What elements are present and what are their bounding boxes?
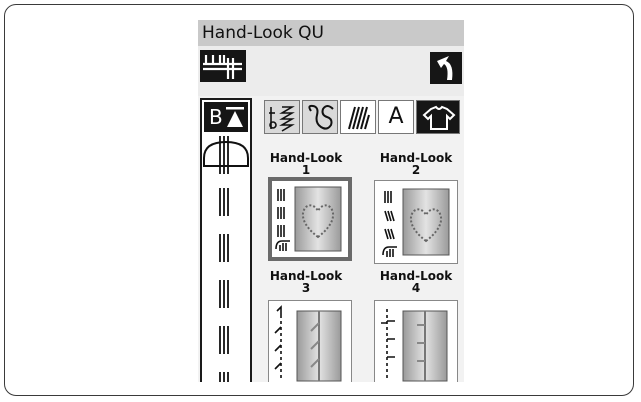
back-button[interactable] <box>430 52 462 84</box>
pattern-4-number: 4 <box>411 281 421 295</box>
pattern-2-button[interactable] <box>374 180 458 264</box>
pattern-3-number: 3 <box>301 281 311 295</box>
category-quilt-button[interactable] <box>416 100 460 134</box>
pattern-4-label: Hand-Look 4 <box>371 270 461 294</box>
satin-stitch-icon <box>348 106 370 130</box>
category-bar: A <box>264 100 462 134</box>
needle-plate-button[interactable] <box>200 50 246 82</box>
pattern-1-number: 1 <box>301 163 311 177</box>
pattern-1-button[interactable] <box>268 177 352 261</box>
category-alphabet-button[interactable]: A <box>378 100 414 134</box>
mode-button-label: B <box>209 105 223 129</box>
hand-look-3-stitch-icon <box>274 305 342 382</box>
pattern-1-label: Hand-Look 1 <box>261 152 351 176</box>
category-utility-button[interactable] <box>264 100 300 134</box>
shirt-icon <box>422 105 456 130</box>
decorative-stitch-icon <box>308 104 334 130</box>
pattern-3-label: Hand-Look 3 <box>261 270 351 294</box>
pattern-2-label: Hand-Look 2 <box>371 152 461 176</box>
stitch-preview-icon <box>203 136 249 382</box>
pattern-3-button[interactable] <box>268 300 352 382</box>
pattern-4-button[interactable] <box>374 300 458 382</box>
hand-look-4-stitch-icon <box>381 309 448 382</box>
category-satin-button[interactable] <box>340 100 376 134</box>
hand-look-1-stitch-icon <box>275 186 342 252</box>
pattern-2-number: 2 <box>411 163 421 177</box>
utility-stitch-icon <box>269 106 295 132</box>
stitch-preview-column: B <box>200 98 252 382</box>
mode-button[interactable]: B <box>204 102 248 132</box>
back-arrow-icon <box>437 56 453 80</box>
hand-look-2-stitch-icon <box>382 188 450 257</box>
lcd-screen: Hand-Look QU B A Hand-Look 1 Hand-Look 2… <box>198 20 464 382</box>
needle-plate-icon <box>203 55 242 79</box>
bartack-arrow-icon <box>226 107 244 127</box>
screen-title: Hand-Look QU <box>198 20 464 46</box>
category-decorative-button[interactable] <box>302 100 338 134</box>
